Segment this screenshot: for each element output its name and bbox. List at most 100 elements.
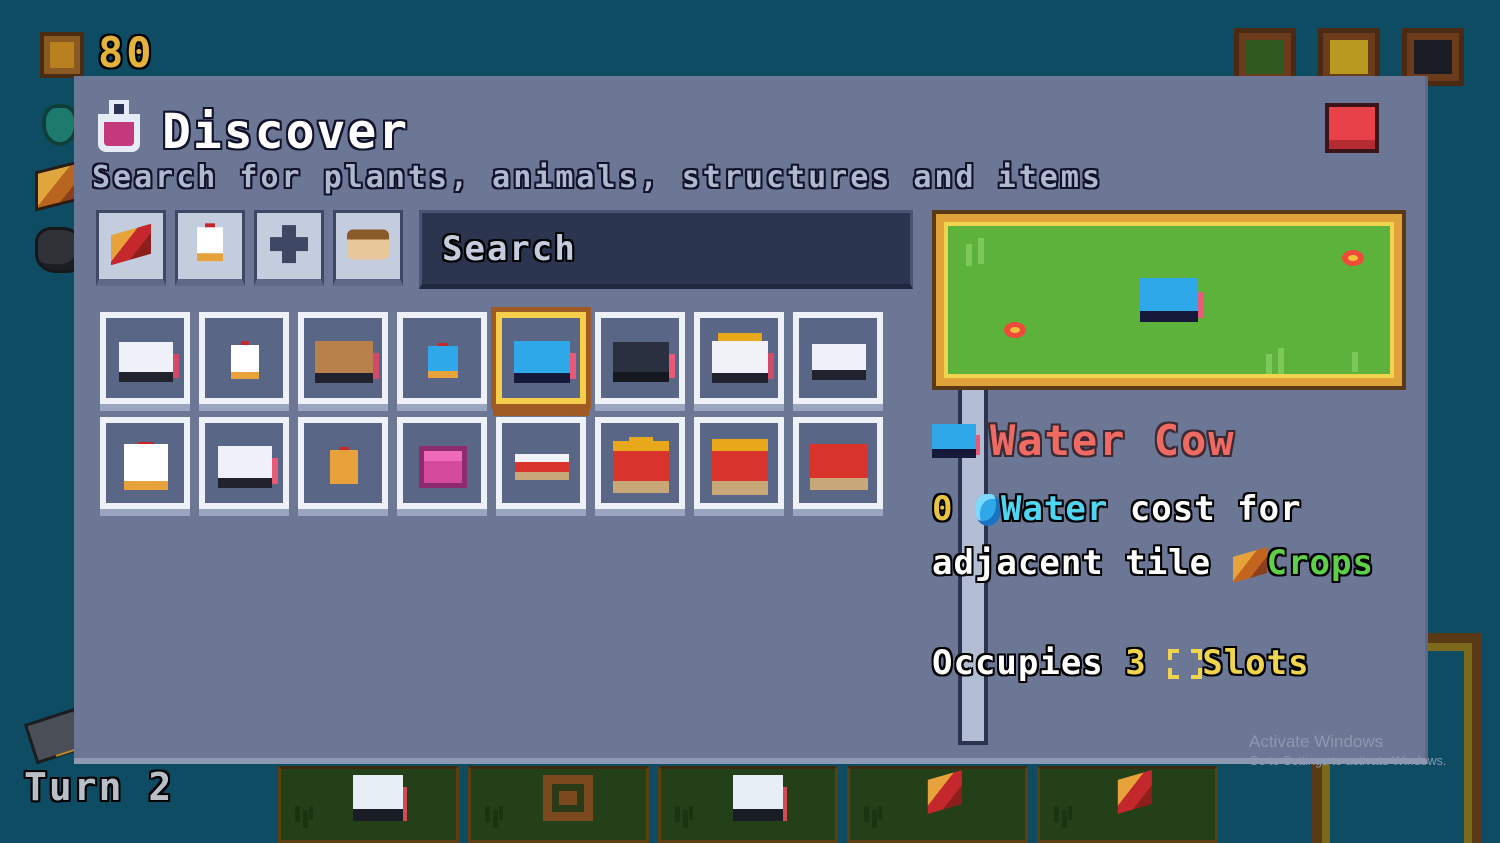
cart-small-icon	[514, 453, 569, 480]
grid-item-water-cow[interactable]	[492, 309, 591, 414]
grid-item-coal-cow[interactable]	[591, 309, 690, 414]
flask-icon	[96, 100, 142, 152]
water-drop-icon	[974, 494, 1001, 526]
wagon-loaded-icon	[809, 443, 868, 490]
grid-item-gold-cow[interactable]	[690, 309, 789, 414]
grid-item-pink-block[interactable]	[393, 414, 492, 519]
filter-animals[interactable]	[175, 210, 245, 286]
grass-tuft	[1266, 354, 1272, 374]
filter-structures[interactable]	[254, 210, 324, 286]
detail-cost-line-2: adjacent tile Crops	[932, 541, 1432, 587]
slot-bracket-icon	[1168, 648, 1203, 679]
cow-spotted-icon	[217, 445, 272, 488]
cow-white-icon	[732, 775, 783, 821]
grass-blade	[1352, 352, 1358, 372]
grid-item-red-wagon[interactable]	[591, 414, 690, 519]
cow-dark-icon	[612, 341, 669, 382]
panel-subtitle: Search for plants, animals, structures a…	[92, 160, 1103, 195]
cow-blue-icon	[513, 340, 570, 383]
close-button[interactable]	[1325, 103, 1379, 153]
water-cow-icon	[932, 423, 976, 458]
discover-panel: Discover Search for plants, animals, str…	[74, 76, 1446, 768]
detail-cost-line: 0 Water cost for	[932, 487, 1432, 533]
water-drop-icon[interactable]	[42, 104, 78, 146]
hand-card-cow[interactable]	[278, 766, 459, 843]
wagon-icon	[612, 440, 669, 493]
hand-card-crop-2[interactable]	[1037, 766, 1218, 843]
grid-item-rooster[interactable]	[96, 414, 195, 519]
resource-count: 80	[98, 28, 155, 77]
grass-decor	[674, 806, 693, 828]
crop-icon	[1117, 770, 1152, 814]
flower-red	[1004, 322, 1026, 338]
filter-crops[interactable]	[96, 210, 166, 286]
rooster-icon	[123, 443, 168, 490]
pink-block-icon	[418, 445, 467, 488]
grass-tuft	[978, 238, 984, 264]
chicken-icon	[197, 227, 223, 262]
cost-text-2: adjacent tile	[932, 542, 1212, 583]
cow-brown-icon	[314, 340, 373, 383]
page-title: Discover	[162, 104, 410, 160]
grid-item-chick[interactable]	[294, 414, 393, 519]
grass-tuft	[966, 244, 972, 266]
grid-item-cow-head[interactable]	[789, 309, 888, 414]
turn-label: Turn 2	[24, 765, 174, 809]
grid-item-red-cart[interactable]	[492, 414, 591, 519]
hand-card-fence[interactable]	[467, 766, 649, 843]
water-cow-sprite	[1140, 278, 1198, 322]
hand-card-crop[interactable]	[847, 766, 1029, 843]
detail-title: Water Cow	[990, 416, 1236, 465]
grid-item-chicken[interactable]	[195, 309, 294, 414]
grass-decor	[864, 806, 883, 828]
detail-panel: Water Cow 0 Water cost for adjacent tile…	[932, 416, 1432, 687]
search-input[interactable]: Search	[419, 210, 913, 289]
slots-count: 3	[1125, 642, 1147, 683]
search-placeholder: Search	[442, 228, 577, 269]
grass-tuft	[1278, 348, 1284, 374]
creature-preview	[932, 210, 1406, 390]
book-green-icon	[1246, 40, 1284, 74]
cow-white-icon	[353, 775, 404, 821]
grid-item-cow[interactable]	[96, 309, 195, 414]
game-screen: 80 Turn 2 Discover Search for plants, an…	[0, 0, 1500, 843]
hand-card-cow-2[interactable]	[657, 766, 839, 843]
grass-decor	[484, 806, 503, 828]
cost-resource: Water	[1000, 489, 1109, 529]
cost-target: Crops	[1266, 542, 1374, 583]
grid-item-water-chicken[interactable]	[393, 309, 492, 414]
cow-gold-icon	[711, 340, 768, 383]
card-hand	[278, 766, 1218, 843]
bread-icon	[347, 229, 389, 260]
preview-field	[944, 222, 1394, 378]
cost-text-1: cost for	[1129, 489, 1302, 529]
flower-red	[1342, 250, 1364, 266]
book-gold-icon	[1330, 40, 1368, 74]
detail-title-row: Water Cow	[932, 416, 1432, 465]
detail-slots-line: Occupies 3 Slots	[932, 641, 1432, 687]
grid-item-loaded-wagon[interactable]	[789, 414, 888, 519]
chick-icon	[329, 449, 358, 484]
grid-item-brown-cow[interactable]	[294, 309, 393, 414]
grass-decor	[1054, 806, 1073, 828]
cow-portrait-icon	[1414, 40, 1452, 74]
crop-icon	[111, 223, 151, 266]
cost-amount: 0	[932, 489, 954, 529]
slots-label: Occupies	[932, 642, 1104, 683]
watermark-line-1: Activate Windows	[1249, 732, 1384, 751]
windows-activation-watermark: Activate Windows Go to Settings to activ…	[1249, 732, 1449, 768]
crate-icon	[40, 32, 84, 78]
grid-item-red-wagon-2[interactable]	[690, 414, 789, 519]
cow-white-icon	[118, 341, 173, 382]
grid-item-spotted-cow[interactable]	[195, 414, 294, 519]
chicken-blue-icon	[427, 345, 458, 378]
slots-suffix: Slots	[1202, 642, 1310, 683]
crop-icon	[1232, 547, 1267, 583]
cow-head-icon	[811, 343, 866, 380]
grass-decor	[295, 806, 313, 828]
discover-item-grid	[96, 309, 896, 519]
filter-items[interactable]	[333, 210, 403, 286]
cross-structure-icon	[270, 225, 308, 264]
wagon-tall-icon	[711, 438, 768, 495]
crop-icon	[927, 770, 962, 814]
